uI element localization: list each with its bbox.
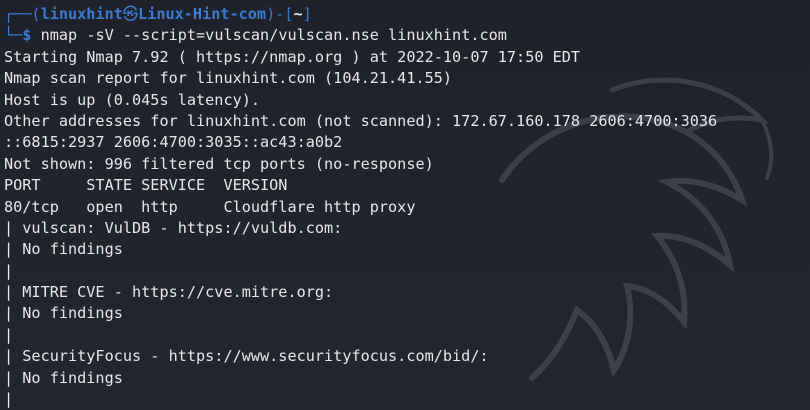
output-line: | SecurityFocus - https://www.securityfo…	[4, 347, 489, 366]
terminal-output: ┌──(linuxhint㉿Linux-Hint-com)-[~] └─$ nm…	[4, 4, 810, 410]
output-line: | vulscan: VulDB - https://vuldb.com:	[4, 218, 343, 237]
prompt-directory: ~	[293, 5, 303, 23]
output-line: Host is up (0.045s latency).	[4, 90, 261, 109]
output-line: | No findings	[4, 368, 123, 387]
output-line: ::6815:2937 2606:4700:3035::ac43:a0b2	[4, 133, 343, 152]
output-line: 80/tcp open http Cloudflare http proxy	[4, 197, 416, 216]
prompt-open: ┌──(	[4, 5, 41, 23]
output-line: Nmap scan report for linuxhint.com (104.…	[4, 69, 453, 88]
output-line: | No findings	[4, 240, 123, 259]
prompt-line-1: ┌──(linuxhint㉿Linux-Hint-com)-[~]	[4, 4, 810, 25]
prompt-close: ]	[302, 5, 312, 23]
output-line: |	[4, 261, 14, 280]
output-line: PORT STATE SERVICE VERSION	[4, 176, 288, 195]
output-line: | No findings	[4, 304, 123, 323]
terminal-window[interactable]: ┌──(linuxhint㉿Linux-Hint-com)-[~] └─$ nm…	[0, 0, 810, 410]
output-line: |	[4, 390, 14, 409]
command-text: nmap -sV --script=vulscan/vulscan.nse li…	[31, 26, 507, 45]
prompt-second-prefix: └─	[4, 26, 23, 45]
prompt-at-symbol: ㉿	[122, 5, 139, 23]
prompt-host: Linux-Hint-com	[138, 5, 267, 23]
output-line: Not shown: 996 filtered tcp ports (no-re…	[4, 154, 434, 173]
output-line: |	[4, 325, 14, 344]
prompt-separator: )-[	[266, 5, 294, 23]
output-line: Other addresses for linuxhint.com (not s…	[4, 111, 718, 130]
output-line: Starting Nmap 7.92 ( https://nmap.org ) …	[4, 47, 581, 66]
output-line: | MITRE CVE - https://cve.mitre.org:	[4, 283, 334, 302]
prompt-line-2: └─$ nmap -sV --script=vulscan/vulscan.ns…	[4, 25, 810, 46]
prompt-user: linuxhint	[40, 5, 123, 23]
